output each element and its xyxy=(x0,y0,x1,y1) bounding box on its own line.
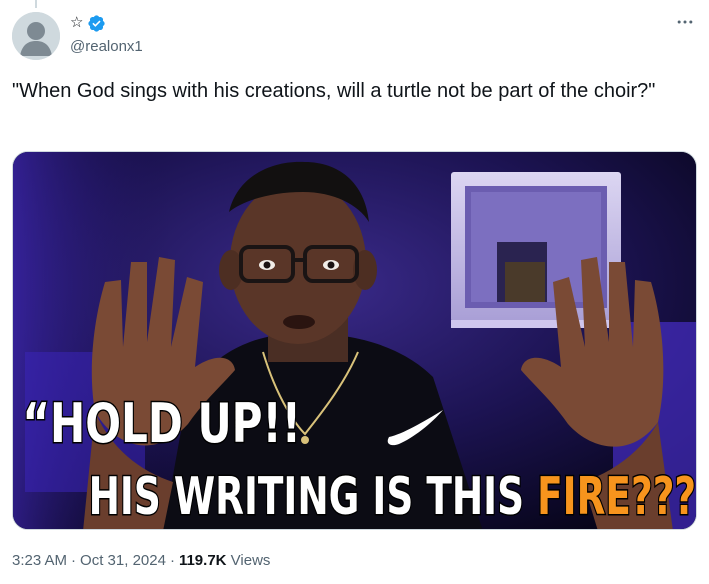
default-avatar-icon xyxy=(12,12,60,60)
author-display-name[interactable]: ☆ xyxy=(70,13,83,33)
caption-line-2-highlight: FIRE??? xyxy=(537,466,696,527)
views-label: Views xyxy=(230,552,271,569)
tweet-date[interactable]: Oct 31, 2024 xyxy=(80,552,166,569)
avatar[interactable] xyxy=(12,12,60,60)
more-horizontal-icon xyxy=(677,20,693,24)
media-thumbnail: “HOLD UP!! HIS WRITING IS THIS FIRE???” xyxy=(13,152,697,529)
tweet-time[interactable]: 3:23 AM xyxy=(12,552,67,569)
caption-line-1: “HOLD UP!! xyxy=(22,393,301,455)
thread-connector xyxy=(35,0,37,8)
tweet-meta: 3:23 AM · Oct 31, 2024 · 119.7K Views xyxy=(12,551,270,571)
more-options-button[interactable] xyxy=(673,12,697,32)
tweet-text: "When God sings with his creations, will… xyxy=(12,80,656,102)
author-name-row: ☆ xyxy=(70,13,106,33)
caption-line-2-white: HIS WRITING IS THIS xyxy=(89,466,538,527)
verified-badge-icon[interactable] xyxy=(87,14,106,33)
tweet-media-image[interactable]: “HOLD UP!! HIS WRITING IS THIS FIRE???” xyxy=(12,151,697,530)
meta-separator: · xyxy=(169,552,175,569)
tweet-card: ☆ @realonx1 "When God sings with his cre… xyxy=(0,0,709,584)
views-count[interactable]: 119.7K xyxy=(179,552,227,569)
meta-separator: · xyxy=(71,552,77,569)
caption-line-2-close-quote: ” xyxy=(696,466,697,527)
caption-line-2: HIS WRITING IS THIS FIRE???” xyxy=(89,466,697,527)
author-handle[interactable]: @realonx1 xyxy=(70,37,143,57)
